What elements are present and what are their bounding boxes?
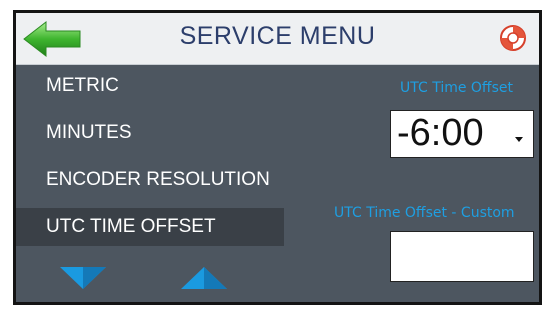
chevron-down-icon [515, 137, 523, 142]
header-bar: SERVICE MENU [16, 13, 539, 65]
scroll-up-button[interactable] [179, 265, 229, 296]
help-button[interactable] [499, 24, 527, 52]
triangle-down-icon [60, 267, 106, 289]
page-title: SERVICE MENU [179, 22, 376, 50]
utc-offset-custom-input[interactable] [390, 231, 534, 282]
utc-offset-value: -6:00 [397, 112, 484, 154]
menu-item-utc-time-offset[interactable]: UTC TIME OFFSET [16, 208, 284, 246]
triangle-up-icon [181, 267, 227, 289]
utc-offset-custom-label: UTC Time Offset - Custom [334, 205, 515, 221]
scroll-down-button[interactable] [58, 265, 108, 296]
utc-offset-select[interactable]: -6:00 [390, 110, 534, 158]
utc-offset-label: UTC Time Offset [400, 80, 513, 96]
menu-item-metric[interactable]: METRIC [16, 67, 284, 105]
menu-item-encoder-resolution[interactable]: ENCODER RESOLUTION [16, 161, 284, 199]
lifebuoy-icon [500, 25, 526, 51]
menu-item-minutes[interactable]: MINUTES [16, 114, 284, 152]
service-menu-screen: SERVICE MENU METRIC MINUTES ENCODER RESO… [13, 10, 542, 305]
